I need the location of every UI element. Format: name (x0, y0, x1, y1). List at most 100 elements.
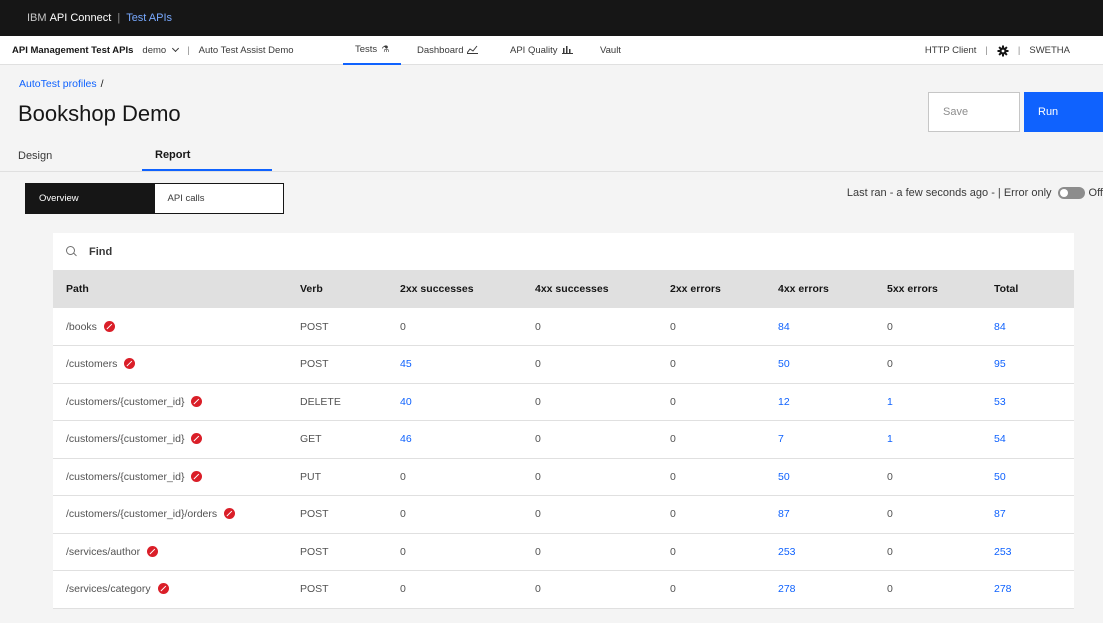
search-bar[interactable]: Find (53, 233, 1074, 270)
run-status: Last ran - a few seconds ago - | Error o… (847, 187, 1103, 199)
breadcrumb: AutoTest profiles / (19, 78, 104, 90)
cell-e2xx: 0 (670, 470, 676, 483)
cell-e4xx[interactable]: 7 (778, 421, 887, 459)
error-icon (191, 433, 203, 445)
cell-total[interactable]: 53 (994, 383, 1074, 421)
cell-s2xx: 0 (400, 508, 406, 521)
secondary-nav: API Management Test APIs demo | Auto Tes… (0, 36, 1103, 65)
col-header-2xx-successes[interactable]: 2xx successes (400, 270, 535, 308)
cell-path: /customers/{customer_id} (53, 383, 300, 421)
results-table-card: Find Path Verb 2xx successes 4xx success… (53, 233, 1074, 608)
cell-total[interactable]: 84 (994, 308, 1074, 346)
col-header-verb[interactable]: Verb (300, 270, 400, 308)
flask-icon: ⚗ (381, 44, 390, 54)
cell-path: /services/category (53, 571, 300, 609)
project-name[interactable]: Auto Test Assist Demo (199, 45, 294, 56)
col-header-4xx-successes[interactable]: 4xx successes (535, 270, 670, 308)
cell-total[interactable]: 87 (994, 496, 1074, 534)
path-text: /customers/{customer_id} (66, 395, 185, 408)
col-header-path[interactable]: Path (53, 270, 300, 308)
cell-path: /customers/{customer_id} (53, 421, 300, 459)
cell-e2xx: 0 (670, 545, 676, 558)
results-table: Path Verb 2xx successes 4xx successes 2x… (53, 270, 1074, 609)
path-text: /customers/{customer_id} (66, 470, 185, 483)
cell-e4xx[interactable]: 50 (778, 346, 887, 384)
cell-e2xx: 0 (670, 433, 676, 446)
http-client-link[interactable]: HTTP Client (925, 45, 977, 56)
path-text: /customers/{customer_id}/orders (66, 508, 218, 521)
cell-e4xx[interactable]: 87 (778, 496, 887, 534)
path-text: /customers (66, 358, 118, 371)
user-menu[interactable]: SWETHA (1029, 45, 1070, 56)
cell-e4xx[interactable]: 50 (778, 458, 887, 496)
cell-total[interactable]: 50 (994, 458, 1074, 496)
cell-e5xx[interactable]: 1 (887, 421, 994, 459)
col-header-2xx-errors[interactable]: 2xx errors (670, 270, 778, 308)
cell-e5xx[interactable]: 1 (887, 383, 994, 421)
last-ran-text: Last ran - a few seconds ago - | Error o… (846, 187, 1052, 199)
cell-e4xx[interactable]: 253 (778, 533, 887, 571)
col-header-total[interactable]: Total (994, 270, 1074, 308)
cell-e5xx: 0 (887, 470, 893, 483)
error-icon (191, 395, 203, 407)
tab-vault[interactable]: Vault (588, 36, 633, 65)
switch-overview[interactable]: Overview (26, 184, 155, 213)
tab-dashboard-label: Dashboard (417, 45, 464, 56)
error-icon (103, 320, 115, 332)
path-text: /books (66, 320, 97, 333)
save-button[interactable]: Save (928, 92, 1020, 132)
col-header-5xx-errors[interactable]: 5xx errors (887, 270, 994, 308)
cell-verb: POST (300, 583, 329, 596)
tab-tests[interactable]: Tests ⚗ (343, 36, 402, 65)
page-title: Bookshop Demo (18, 101, 181, 126)
cell-total[interactable]: 95 (994, 346, 1074, 384)
run-button[interactable]: Run (1024, 92, 1103, 132)
cell-s2xx: 0 (400, 470, 406, 483)
cell-e5xx: 0 (887, 583, 893, 596)
tab-report[interactable]: Report (142, 141, 272, 171)
table-row: /customers/{customer_id}/orders POST 0 0 0 87… (53, 496, 1074, 534)
content-switcher: Overview API calls (25, 183, 284, 214)
cell-s2xx[interactable]: 46 (400, 421, 535, 459)
col-header-4xx-errors[interactable]: 4xx errors (778, 270, 887, 308)
tab-dashboard[interactable]: Dashboard (405, 36, 490, 65)
cell-s4xx: 0 (535, 583, 541, 596)
cell-verb: GET (300, 433, 322, 446)
cell-path: /services/author (53, 533, 300, 571)
cell-s4xx: 0 (535, 433, 541, 446)
table-header-row: Path Verb 2xx successes 4xx successes 2x… (53, 270, 1074, 308)
toggle-state-label: Off (1088, 187, 1103, 199)
cell-e5xx: 0 (887, 320, 893, 333)
cell-e4xx[interactable]: 278 (778, 571, 887, 609)
cell-e4xx[interactable]: 12 (778, 383, 887, 421)
tab-api-quality[interactable]: API Quality (498, 36, 585, 65)
error-icon (147, 545, 159, 557)
breadcrumb-link[interactable]: AutoTest profiles (19, 78, 97, 90)
error-only-toggle[interactable] (1057, 187, 1085, 199)
space-selector[interactable]: demo (142, 45, 180, 56)
switch-api-calls[interactable]: API calls (155, 184, 284, 213)
search-input[interactable]: Find (89, 246, 112, 258)
nav-divider: | (187, 44, 190, 56)
cell-verb: POST (300, 545, 329, 558)
cell-verb: POST (300, 358, 329, 371)
tab-vault-label: Vault (600, 45, 621, 56)
cell-total[interactable]: 278 (994, 571, 1074, 609)
gear-icon[interactable] (997, 45, 1009, 57)
cell-total[interactable]: 54 (994, 421, 1074, 459)
cell-s2xx[interactable]: 40 (400, 383, 535, 421)
brand-prefix: IBM (27, 12, 47, 24)
cell-e5xx: 0 (887, 545, 893, 558)
table-row: /customers/{customer_id} PUT 0 0 0 50 0 50 (53, 458, 1074, 496)
cell-s2xx[interactable]: 45 (400, 346, 535, 384)
tab-design[interactable]: Design (18, 141, 52, 171)
path-text: /services/category (66, 583, 151, 596)
cell-e4xx[interactable]: 84 (778, 308, 887, 346)
nav-right-actions: HTTP Client | | SWETHA (925, 36, 1103, 65)
table-row: /customers POST 45 0 0 50 0 95 (53, 346, 1074, 384)
context-label[interactable]: Test APIs (126, 12, 172, 24)
table-row: /services/category POST 0 0 0 278 0 278 (53, 571, 1074, 609)
brand-name[interactable]: API Connect (50, 12, 112, 24)
path-text: /customers/{customer_id} (66, 433, 185, 446)
cell-total[interactable]: 253 (994, 533, 1074, 571)
